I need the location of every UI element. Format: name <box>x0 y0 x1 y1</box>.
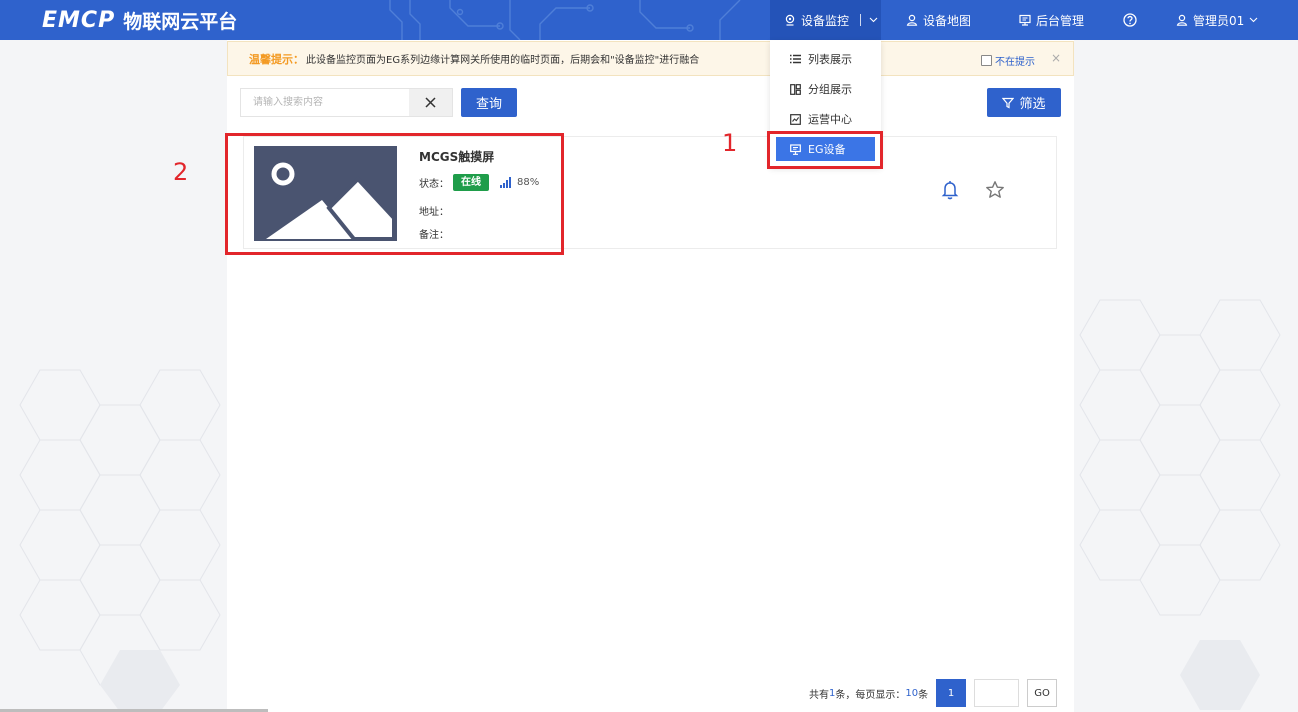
filter-button[interactable]: 筛选 <box>987 88 1061 117</box>
pager-page-size-suffix: 条 <box>918 689 929 701</box>
user-icon <box>1176 14 1188 26</box>
nav-user-label: 管理员01 <box>1193 13 1245 28</box>
annotation-number-1: 1 <box>722 129 738 157</box>
tip-banner: 温馨提示： 此设备监控页面为EG系列边缘计算网关所使用的临时页面，后期会和"设备… <box>227 41 1074 76</box>
logo-text: EMCP <box>42 7 116 33</box>
dont-remind-checkbox[interactable]: 不在提示 <box>981 53 1035 68</box>
nav-device-map[interactable]: 设备地图 <box>906 0 971 40</box>
nav-admin[interactable]: 后台管理 <box>1019 0 1084 40</box>
monitor-person-icon <box>785 14 795 26</box>
chart-icon <box>790 113 801 125</box>
dropdown-item-group[interactable]: 分组展示 <box>770 77 881 101</box>
tip-title: 温馨提示： <box>249 52 304 66</box>
help-icon[interactable] <box>1123 13 1137 27</box>
filter-label: 筛选 <box>1019 97 1046 112</box>
clear-search-button[interactable] <box>409 89 452 116</box>
circuit-decoration <box>389 0 741 40</box>
search-box <box>240 88 453 117</box>
annotation-box-1 <box>767 131 883 169</box>
nav-divider <box>860 14 862 26</box>
dropdown-item-operations[interactable]: 运营中心 <box>770 107 881 131</box>
annotation-number-2: 2 <box>173 158 189 186</box>
page-jump-input[interactable] <box>974 679 1020 707</box>
dropdown-item-list[interactable]: 列表展示 <box>770 47 881 71</box>
nav-help[interactable] <box>1123 0 1137 40</box>
query-button[interactable]: 查询 <box>461 88 517 117</box>
group-icon <box>790 83 801 95</box>
page-button-1[interactable]: 1 <box>936 679 967 707</box>
annotation-box-2 <box>225 133 564 255</box>
tip-text: 此设备监控页面为EG系列边缘计算网关所使用的临时页面，后期会和"设备监控"进行融… <box>306 55 700 66</box>
list-icon <box>790 54 801 64</box>
search-input[interactable] <box>241 89 410 116</box>
logo[interactable]: EMCP 物联网云平台 <box>42 6 237 34</box>
pager-total-prefix: 共有 <box>809 689 829 701</box>
chevron-down-icon <box>1249 17 1258 23</box>
star-icon[interactable] <box>985 180 1005 200</box>
close-icon[interactable]: × <box>1051 51 1061 65</box>
filter-icon <box>1002 97 1015 108</box>
pager-total-mid: 条，每页显示： <box>835 689 906 701</box>
bell-icon[interactable] <box>941 180 959 200</box>
pager-page-size: 10 <box>905 687 919 699</box>
screen-icon <box>1019 14 1031 26</box>
logo-subtitle: 物联网云平台 <box>123 10 238 33</box>
chevron-down-icon[interactable] <box>869 17 878 23</box>
card-actions <box>941 180 1005 200</box>
nav-device-monitor-label: 设备监控 <box>801 13 850 28</box>
nav-device-monitor[interactable]: 设备监控 <box>770 0 881 40</box>
dropdown-item-label: 分组展示 <box>808 83 852 96</box>
close-icon <box>425 97 436 108</box>
dropdown-item-label: 运营中心 <box>808 113 852 126</box>
pagination: 共有 1 条，每页显示： 10 条 1 GO <box>809 679 1058 707</box>
dont-remind-label: 不在提示 <box>995 57 1035 68</box>
nav-user-menu[interactable]: 管理员01 <box>1176 0 1258 40</box>
checkbox-box[interactable] <box>981 55 992 66</box>
map-pin-user-icon <box>906 14 918 26</box>
top-header: EMCP 物联网云平台 设备监控 设备地图 后台管理 管理员01 <box>0 0 1298 40</box>
go-button[interactable]: GO <box>1027 679 1058 707</box>
nav-admin-label: 后台管理 <box>1036 13 1085 28</box>
dropdown-item-label: 列表展示 <box>808 53 852 66</box>
nav-device-map-label: 设备地图 <box>923 13 972 28</box>
